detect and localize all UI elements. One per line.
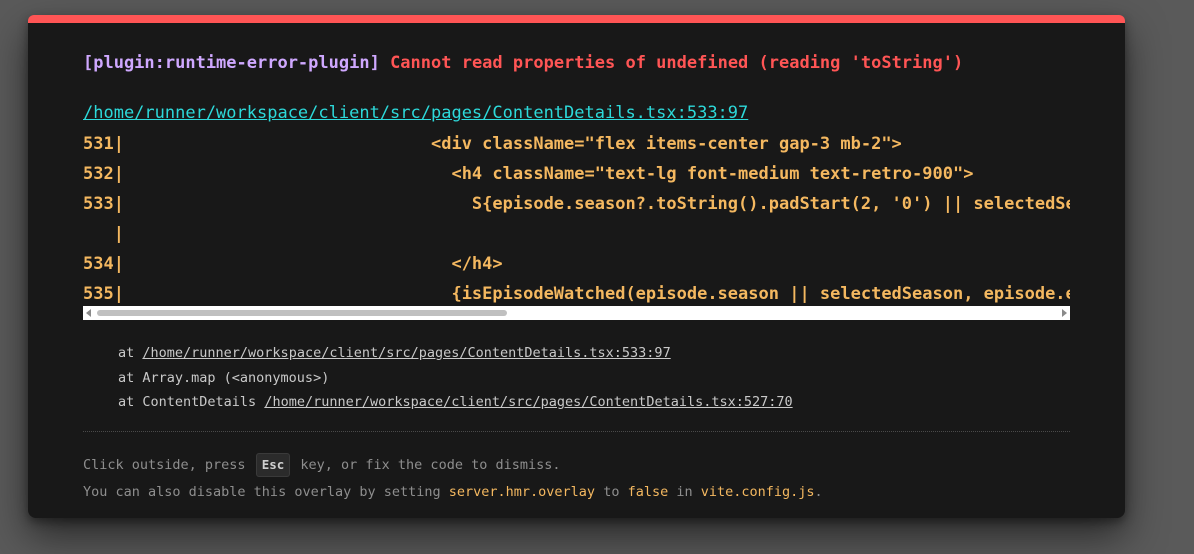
stack-trace: at /home/runner/workspace/client/src/pag…	[118, 341, 793, 415]
disable-tip: You can also disable this overlay by set…	[83, 484, 823, 500]
code-line: 534| </h4>	[83, 254, 503, 274]
stack-frame-link[interactable]: /home/runner/workspace/client/src/pages/…	[264, 394, 792, 410]
code-line: 533| S{episode.season?.toString().padSta…	[83, 194, 1070, 214]
error-overlay: [plugin:runtime-error-plugin] Cannot rea…	[28, 15, 1125, 518]
error-message: [plugin:runtime-error-plugin] Cannot rea…	[83, 51, 963, 75]
stack-frame: at Array.map (<anonymous>)	[118, 369, 330, 386]
code-line: 532| <h4 className="text-lg font-medium …	[83, 164, 974, 184]
horizontal-scrollbar[interactable]	[83, 306, 1070, 320]
config-file: vite.config.js	[700, 484, 815, 500]
stack-frame: at ContentDetails /home/runner/workspace…	[118, 394, 793, 410]
config-value: false	[627, 484, 669, 500]
code-line: 531| <div className="flex items-center g…	[83, 134, 902, 154]
code-line: 535| {isEpisodeWatched(episode.season ||…	[83, 284, 1070, 304]
divider	[83, 431, 1070, 432]
config-key: server.hmr.overlay	[448, 484, 596, 500]
stack-frame: at /home/runner/workspace/client/src/pag…	[118, 345, 671, 361]
scroll-left-icon[interactable]	[86, 309, 91, 317]
error-plugin-label: [plugin:runtime-error-plugin]	[83, 53, 380, 73]
dismiss-tip: Click outside, press Esc key, or fix the…	[83, 453, 560, 477]
error-file-link[interactable]: /home/runner/workspace/client/src/pages/…	[83, 101, 748, 125]
code-line: |	[83, 224, 124, 244]
stack-frame-link[interactable]: /home/runner/workspace/client/src/pages/…	[142, 345, 670, 361]
code-frame: 531| <div className="flex items-center g…	[83, 129, 1070, 305]
esc-key: Esc	[255, 453, 291, 477]
scroll-right-icon[interactable]	[1062, 309, 1067, 317]
error-text: Cannot read properties of undefined (rea…	[390, 53, 964, 73]
scroll-thumb[interactable]	[97, 310, 507, 316]
